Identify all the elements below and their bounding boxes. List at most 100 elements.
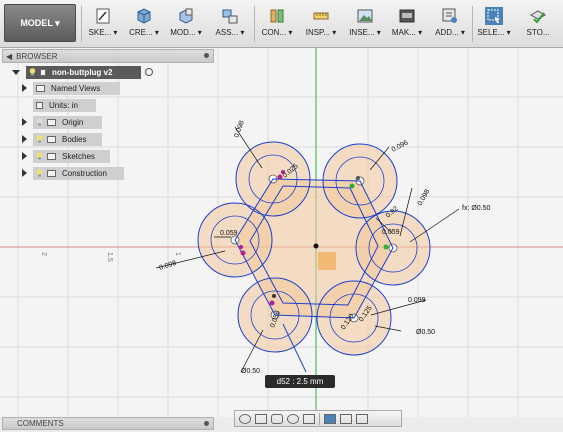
dim-fx[interactable]: fx: Ø0.50 [462,205,491,212]
dim-dia-left[interactable]: Ø0.50 [241,368,260,375]
grid-settings-icon[interactable] [340,413,352,424]
toolbar-divider [81,6,82,42]
folder-icon [47,118,56,126]
browser-item-named-views[interactable]: Named Views [22,81,120,95]
activate-radio-icon[interactable] [145,68,153,76]
display-settings-icon[interactable] [324,413,336,424]
addins-menu-button[interactable]: ADD... ▾ [432,2,468,46]
browser-item-sketches[interactable]: Sketches [22,149,110,163]
item-box: Origin [33,115,102,129]
make-icon [399,9,415,23]
item-label: Sketches [62,151,95,161]
zoom-window-icon[interactable] [303,413,315,424]
comments-panel-header[interactable]: COMMENTS [2,417,214,430]
create-menu-label: CRE... ▾ [129,28,159,37]
construct-icon [270,9,284,23]
folder-icon [47,135,56,143]
zoom-icon[interactable] [287,413,299,424]
modify-icon [179,8,193,24]
item-label: Bodies [62,134,87,144]
browser-item-bodies[interactable]: Bodies [22,132,102,146]
make-menu-button[interactable]: MAK... ▾ [390,2,424,46]
root-node-box[interactable]: non-buttplug v2 [26,65,141,79]
expand-arrow-icon[interactable] [12,69,20,75]
folder-icon [47,152,56,160]
orbit-icon[interactable] [239,413,251,424]
folder-icon [36,84,45,92]
inspect-menu-button[interactable]: INSP... ▾ [302,2,340,46]
dimension-input-tooltip[interactable]: d52 : 2.5 mm [265,375,335,388]
dim-dia-right[interactable]: Ø0.50 [416,329,435,336]
make-menu-label: MAK... ▾ [391,28,423,37]
create-icon [137,8,151,24]
select-icon [485,7,503,25]
item-box: Named Views [33,81,120,95]
expand-arrow-icon[interactable] [22,135,27,143]
sketch-icon [96,8,110,24]
expand-arrow-icon[interactable] [22,152,27,160]
dim-botright[interactable]: 0.099 [408,297,426,304]
modify-menu-button[interactable]: MOD... ▾ [169,2,203,46]
visibility-bulb-icon[interactable] [29,68,36,76]
collapse-triangle-icon[interactable]: ◀ [6,52,12,61]
navigation-bar [234,410,402,427]
axis-tick-1.5: 1.5 [106,252,113,262]
create-menu-button[interactable]: CRE... ▾ [127,2,161,46]
dim-left1[interactable]: 0.059 [220,230,238,237]
assemble-icon [222,9,238,24]
workspace-switcher-button[interactable]: MODEL ▾ [4,4,76,42]
item-box: Bodies [33,132,102,146]
visibility-bulb-icon[interactable] [36,169,43,177]
item-box: Units: in [33,98,96,112]
browser-title: BROWSER [16,51,58,61]
document-icon [36,101,43,109]
look-at-icon[interactable] [255,413,267,424]
pan-icon[interactable] [271,413,283,424]
viewports-icon[interactable] [356,413,368,424]
visibility-bulb-icon[interactable] [36,135,43,143]
expand-arrow-icon[interactable] [22,169,27,177]
visibility-bulb-icon[interactable] [36,118,43,126]
browser-item-construction[interactable]: Construction [22,166,124,180]
axis-tick-1: 1 [174,252,181,256]
inspect-menu-label: INSP... ▾ [305,28,337,37]
insert-icon [357,9,373,23]
addins-icon [442,8,457,23]
construct-menu-button[interactable]: CON... ▾ [259,2,295,46]
select-menu-button[interactable]: SELE... ▾ [476,2,512,46]
modify-menu-label: MOD... ▾ [170,28,202,37]
sketch-menu-button[interactable]: SKE... ▾ [86,2,120,46]
addins-menu-label: ADD... ▾ [435,28,465,37]
item-label: Named Views [51,83,101,93]
nav-divider [319,412,320,425]
toolbar: MODEL ▾ SKE... ▾ CRE... ▾ MOD... ▾ ASS..… [0,0,563,48]
stop-sketch-button[interactable]: STO... [520,2,556,46]
stop-sketch-icon [529,10,547,24]
browser-pin-icon[interactable] [204,53,209,58]
insert-menu-button[interactable]: INSE... ▾ [346,2,384,46]
dim-right3[interactable]: 0.059 [382,229,400,236]
root-node-label: non-buttplug v2 [52,67,113,77]
select-menu-label: SELE... ▾ [477,28,511,37]
inspect-icon [313,12,329,20]
expand-arrow-icon[interactable] [22,84,27,92]
item-box: Sketches [33,149,110,163]
browser-item-units[interactable]: Units: in [33,98,96,112]
expand-arrow-icon[interactable] [22,118,27,126]
comments-title: COMMENTS [17,419,64,428]
browser-panel-header[interactable]: ◀ BROWSER [2,49,214,63]
axis-tick-2: 2 [40,252,47,256]
comments-pin-icon[interactable] [204,421,209,426]
assemble-menu-button[interactable]: ASS... ▾ [211,2,249,46]
item-box: Construction [33,166,124,180]
browser-root-node[interactable]: non-buttplug v2 [12,65,153,79]
toolbar-divider [254,6,255,42]
assemble-menu-label: ASS... ▾ [215,28,245,37]
construct-menu-label: CON... ▾ [261,28,293,37]
visibility-bulb-icon[interactable] [36,152,43,160]
toolbar-divider [472,6,473,42]
browser-item-origin[interactable]: Origin [22,115,102,129]
document-icon [40,68,46,76]
origin-square [318,252,336,270]
insert-menu-label: INSE... ▾ [349,28,381,37]
